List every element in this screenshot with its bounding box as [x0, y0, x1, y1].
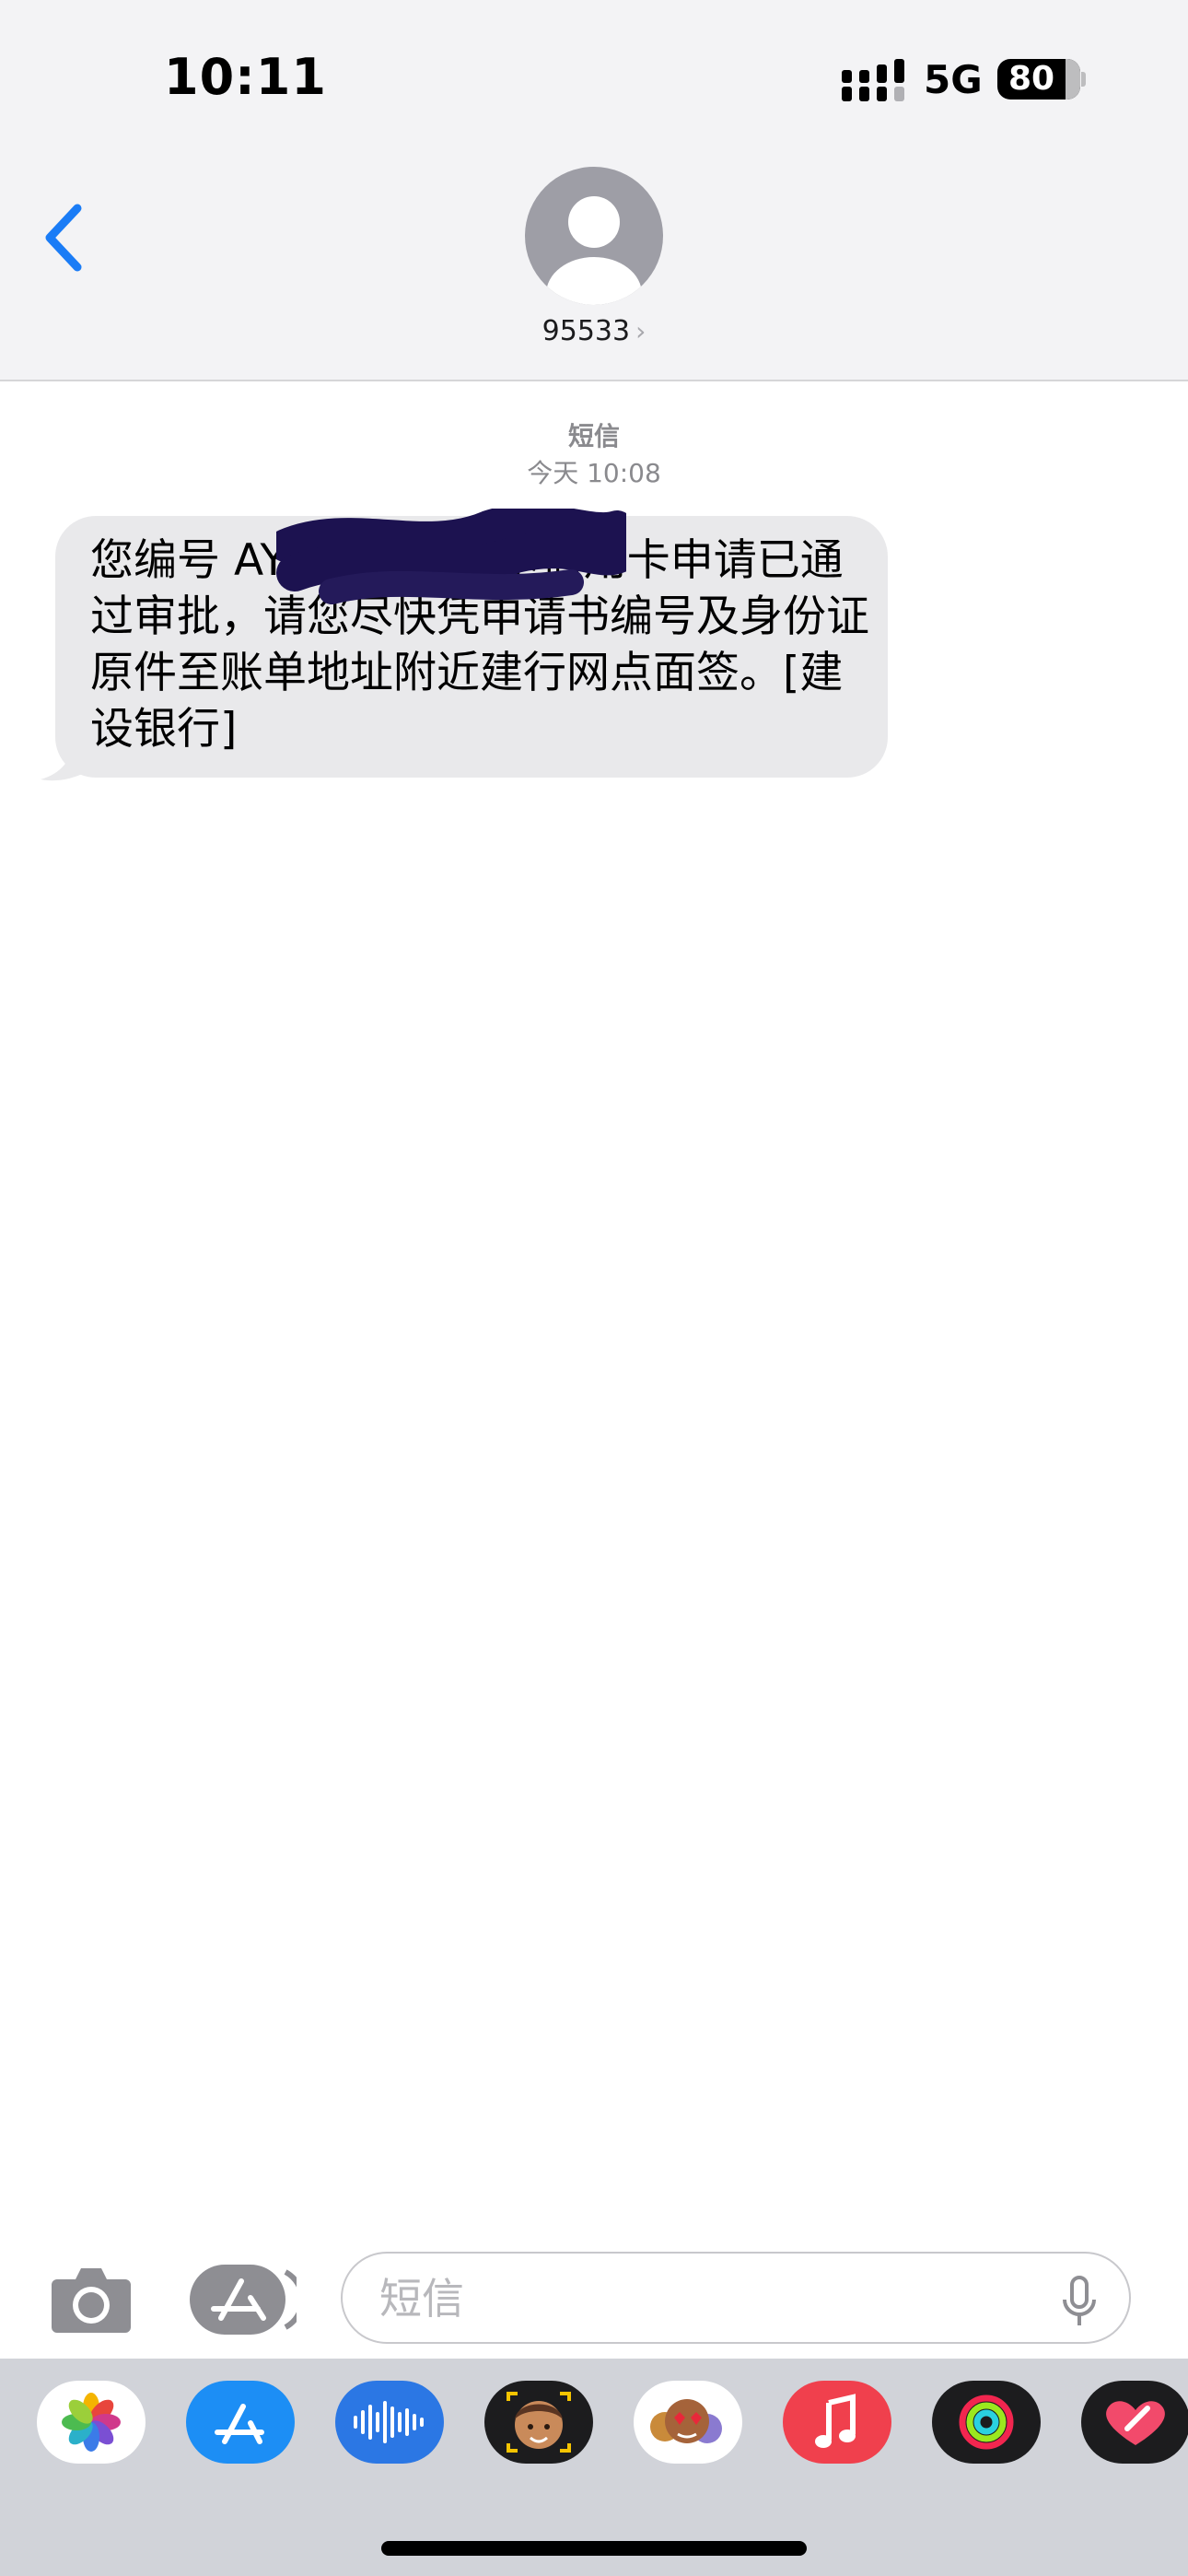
camera-icon[interactable] — [50, 2263, 133, 2335]
fitness-icon[interactable] — [932, 2381, 1041, 2464]
app-store-icon[interactable] — [186, 2381, 295, 2464]
audio-messages-icon[interactable] — [335, 2381, 444, 2464]
music-icon[interactable] — [783, 2381, 891, 2464]
message-input[interactable] — [378, 2254, 1026, 2344]
battery-nub — [1081, 72, 1086, 87]
contact-name-button[interactable]: 95533 › — [0, 315, 1188, 347]
microphone-icon[interactable] — [1061, 2276, 1098, 2327]
redaction-scribble — [276, 509, 626, 604]
service-label: 短信 — [567, 421, 620, 451]
home-indicator[interactable] — [381, 2541, 807, 2556]
message-input-field[interactable] — [341, 2252, 1131, 2344]
chevron-right-icon: › — [635, 316, 646, 346]
message-timestamp: 今天 10:08 — [527, 458, 661, 488]
photos-icon[interactable] — [37, 2381, 146, 2464]
battery-level: 80 — [1007, 60, 1055, 98]
digital-touch-icon[interactable] — [1081, 2381, 1188, 2464]
status-time: 10:11 — [164, 48, 327, 106]
person-silhouette-icon — [546, 196, 642, 305]
contact-name: 95533 — [542, 315, 631, 347]
back-chevron-icon[interactable] — [37, 201, 92, 275]
cellular-signal-icon — [842, 59, 904, 101]
memoji-icon[interactable] — [484, 2381, 593, 2464]
app-store-toggle-icon[interactable] — [190, 2265, 297, 2335]
animoji-stickers-icon[interactable] — [634, 2381, 742, 2464]
battery-icon: 80 — [997, 59, 1080, 100]
network-type-label: 5G — [924, 57, 983, 102]
contact-avatar[interactable] — [525, 167, 663, 305]
